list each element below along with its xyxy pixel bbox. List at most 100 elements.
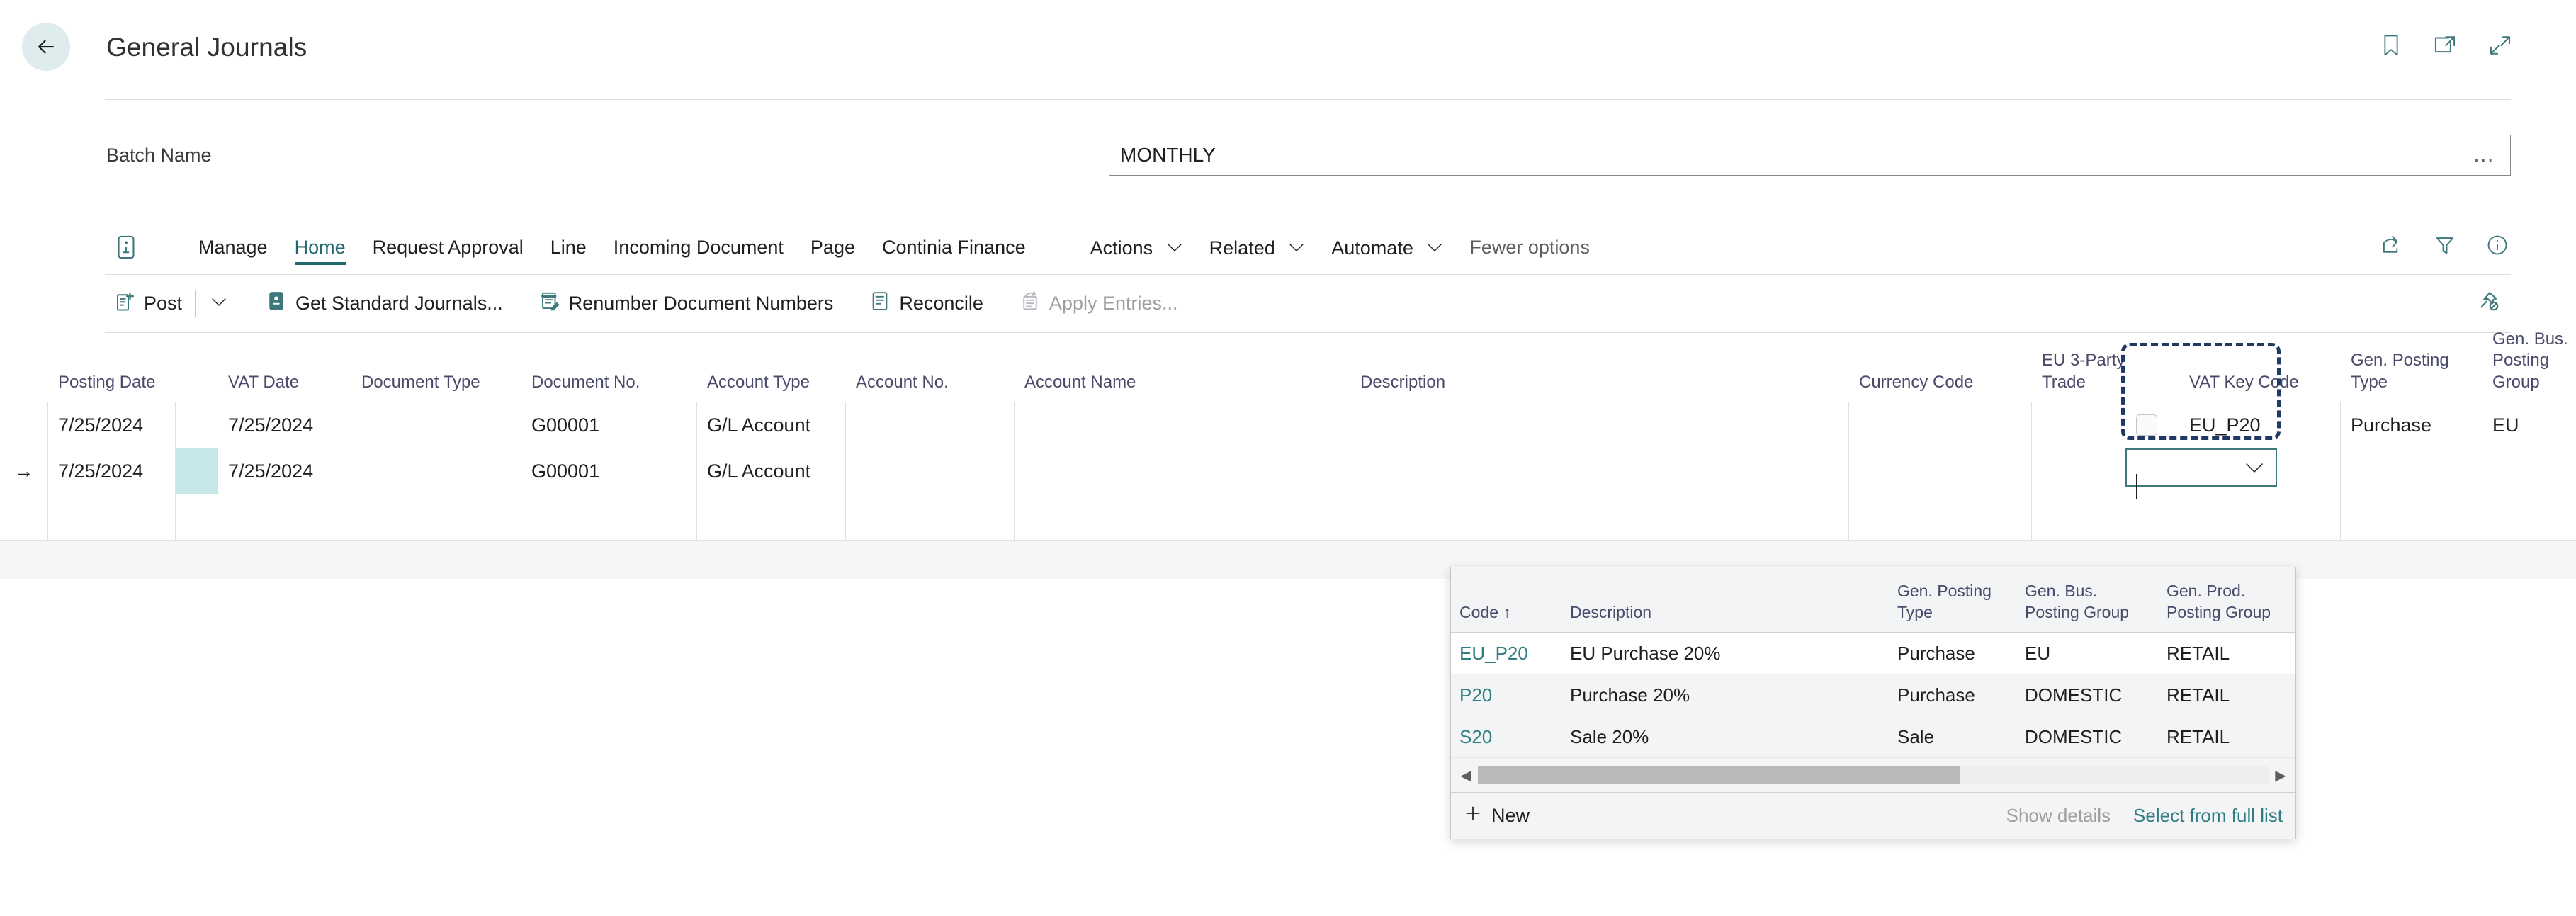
cell-eu-3party-trade[interactable] — [2032, 402, 2179, 448]
grid-header-vat-key-code[interactable]: VAT Key Code — [2179, 372, 2341, 402]
scroll-right-arrow-icon[interactable]: ▶ — [2271, 767, 2290, 784]
menu-item-home[interactable]: Home — [281, 220, 359, 275]
menu-item-automate[interactable]: Automate — [1318, 218, 1456, 276]
open-in-new-window-icon[interactable] — [2433, 34, 2457, 60]
grid-header-description[interactable]: Description — [1350, 372, 1849, 402]
menu-item-page[interactable]: Page — [797, 220, 869, 275]
cell-document-type[interactable] — [351, 448, 521, 494]
grid-header-account-no[interactable]: Account No. — [846, 372, 1015, 402]
cell-spacer[interactable] — [176, 494, 218, 540]
lookup-horizontal-scrollbar[interactable]: ◀ ▶ — [1451, 758, 2295, 792]
scrollbar-thumb[interactable] — [1478, 766, 1960, 784]
lookup-header-code[interactable]: Code ↑ — [1451, 602, 1561, 632]
batch-name-field[interactable]: ... — [1109, 135, 2511, 176]
menu-item-actions[interactable]: Actions — [1077, 218, 1196, 276]
cell-account-name[interactable] — [1015, 448, 1350, 494]
filter-funnel-icon[interactable] — [2434, 234, 2456, 259]
reconcile-button[interactable]: Reconcile — [860, 283, 993, 324]
scroll-left-arrow-icon[interactable]: ◀ — [1457, 767, 1475, 784]
cell-vat-date[interactable]: 7/25/2024 — [218, 448, 351, 494]
cell-account-name[interactable] — [1015, 494, 1350, 540]
menu-item-continia-finance[interactable]: Continia Finance — [869, 220, 1039, 275]
cell-document-type[interactable] — [351, 402, 521, 448]
lookup-header-description[interactable]: Description — [1561, 602, 1889, 632]
table-row[interactable]: 7/25/2024 7/25/2024 G00001 G/L Account E… — [0, 402, 2576, 448]
eu-3party-trade-checkbox[interactable] — [2136, 414, 2157, 436]
cell-vat-date[interactable] — [218, 494, 351, 540]
menu-item-incoming-document[interactable]: Incoming Document — [600, 220, 797, 275]
bookmark-icon[interactable] — [2380, 34, 2402, 60]
back-button[interactable] — [22, 23, 70, 71]
lookup-header-gen-bus-posting-group[interactable]: Gen. Bus. Posting Group — [2016, 581, 2158, 632]
menu-item-request-approval[interactable]: Request Approval — [359, 220, 537, 275]
cell-account-no[interactable] — [846, 494, 1015, 540]
info-icon[interactable] — [2487, 234, 2508, 259]
lookup-cell-code[interactable]: P20 — [1451, 684, 1561, 706]
cell-currency-code[interactable] — [1849, 402, 2032, 448]
cell-gen-bus-posting-group[interactable] — [2482, 494, 2576, 540]
grid-header-account-type[interactable]: Account Type — [697, 372, 846, 402]
share-icon[interactable] — [2380, 234, 2403, 259]
cell-vat-date[interactable]: 7/25/2024 — [218, 402, 351, 448]
post-button[interactable]: Post — [105, 283, 192, 324]
cell-eu-3party-trade[interactable] — [2032, 494, 2179, 540]
scrollbar-track[interactable] — [1478, 766, 2269, 784]
grid-header-currency-code[interactable]: Currency Code — [1849, 372, 2032, 402]
grid-header-document-no[interactable]: Document No. — [521, 372, 697, 402]
cell-description[interactable] — [1350, 448, 1849, 494]
grid-header-eu-3party-trade[interactable]: EU 3-Party Trade — [2032, 350, 2179, 402]
cell-vat-key-code[interactable] — [2179, 494, 2341, 540]
cell-document-no[interactable]: G00001 — [521, 448, 697, 494]
lookup-header-gen-prod-posting-group[interactable]: Gen. Prod. Posting Group — [2158, 581, 2297, 632]
menu-item-related[interactable]: Related — [1196, 218, 1318, 276]
cell-account-no[interactable] — [846, 402, 1015, 448]
cell-account-type[interactable]: G/L Account — [697, 402, 846, 448]
get-standard-journals-button[interactable]: Get Standard Journals... — [256, 283, 513, 324]
cell-gen-bus-posting-group[interactable] — [2482, 448, 2576, 494]
lookup-header-gen-posting-type[interactable]: Gen. Posting Type — [1889, 581, 2016, 632]
cell-account-type[interactable]: G/L Account — [697, 448, 846, 494]
page-inspect-icon[interactable] — [105, 235, 147, 259]
cell-posting-date[interactable] — [48, 494, 176, 540]
grid-header-gen-posting-type[interactable]: Gen. Posting Type — [2341, 350, 2482, 402]
menu-item-fewer-options[interactable]: Fewer options — [1456, 220, 1603, 275]
chevron-down-icon[interactable] — [2245, 463, 2276, 473]
lookup-row[interactable]: P20 Purchase 20% Purchase DOMESTIC RETAI… — [1451, 674, 2295, 716]
lookup-row[interactable]: S20 Sale 20% Sale DOMESTIC RETAIL — [1451, 716, 2295, 758]
renumber-document-numbers-button[interactable]: Renumber Document Numbers — [530, 283, 844, 324]
vat-key-code-dropdown-input[interactable] — [2125, 448, 2277, 499]
cell-description[interactable] — [1350, 494, 1849, 540]
lookup-row[interactable]: EU_P20 EU Purchase 20% Purchase EU RETAI… — [1451, 633, 2295, 674]
cell-account-no[interactable] — [846, 448, 1015, 494]
batch-name-ellipsis-button[interactable]: ... — [2474, 144, 2510, 166]
cell-gen-posting-type[interactable]: Purchase — [2341, 402, 2482, 448]
batch-name-input[interactable] — [1109, 144, 2474, 166]
grid-header-gen-bus-posting-group[interactable]: Gen. Bus. Posting Group — [2482, 329, 2576, 402]
post-dropdown-button[interactable] — [198, 290, 239, 317]
unpin-icon[interactable] — [2478, 290, 2511, 317]
cell-document-no[interactable]: G00001 — [521, 402, 697, 448]
cell-spacer[interactable] — [176, 402, 218, 448]
cell-vat-key-code[interactable]: EU_P20 — [2179, 402, 2341, 448]
cell-gen-posting-type[interactable] — [2341, 448, 2482, 494]
cell-currency-code[interactable] — [1849, 448, 2032, 494]
new-button[interactable]: New — [1464, 804, 1530, 827]
menu-item-line[interactable]: Line — [537, 220, 600, 275]
cell-gen-bus-posting-group[interactable]: EU — [2482, 402, 2576, 448]
select-from-full-list-link[interactable]: Select from full list — [2133, 805, 2283, 827]
table-row[interactable] — [0, 494, 2576, 541]
grid-header-vat-date[interactable]: VAT Date — [218, 372, 351, 402]
grid-header-document-type[interactable]: Document Type — [351, 372, 521, 402]
lookup-cell-code[interactable]: S20 — [1451, 726, 1561, 748]
cell-description[interactable] — [1350, 402, 1849, 448]
lookup-cell-code[interactable]: EU_P20 — [1451, 643, 1561, 665]
cell-account-name[interactable] — [1015, 402, 1350, 448]
cell-document-no[interactable] — [521, 494, 697, 540]
cell-document-type[interactable] — [351, 494, 521, 540]
grid-header-account-name[interactable]: Account Name — [1015, 372, 1350, 402]
menu-item-manage[interactable]: Manage — [185, 220, 281, 275]
cell-currency-code[interactable] — [1849, 494, 2032, 540]
grid-header-posting-date[interactable]: Posting Date — [48, 372, 176, 402]
collapse-icon[interactable] — [2488, 34, 2512, 60]
cell-account-type[interactable] — [697, 494, 846, 540]
